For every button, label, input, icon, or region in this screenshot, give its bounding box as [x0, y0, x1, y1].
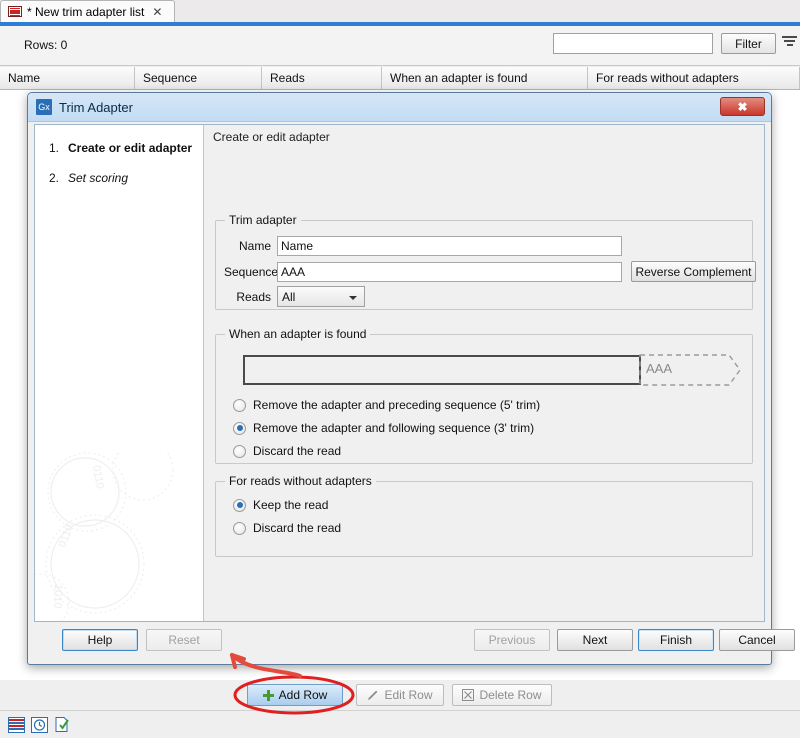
edit-row-label: Edit Row: [384, 688, 432, 702]
radio-label: Discard the read: [253, 521, 341, 535]
dialog-footer: Help Reset Previous Next Finish Cancel: [34, 624, 765, 658]
table-view-icon[interactable]: [8, 717, 25, 733]
wizard-steps-pane: 1. Create or edit adapter 2. Set scoring: [35, 125, 204, 621]
reset-button[interactable]: Reset: [146, 629, 222, 651]
filter-input[interactable]: [553, 33, 713, 54]
app-icon: Gx: [36, 99, 52, 115]
dialog-title: Trim Adapter: [59, 100, 133, 115]
radio-label: Remove the adapter and following sequenc…: [253, 421, 534, 435]
radio-remove-following[interactable]: Remove the adapter and following sequenc…: [233, 421, 534, 435]
dialog-titlebar[interactable]: Gx Trim Adapter ✖: [28, 93, 771, 122]
column-header-for-reads-without-adapters[interactable]: For reads without adapters: [588, 67, 800, 89]
edit-row-button[interactable]: Edit Row: [356, 684, 444, 706]
when-adapter-found-group: When an adapter is found AAA Remove the …: [215, 334, 753, 464]
filter-lines-icon[interactable]: [782, 36, 797, 49]
wizard-step-create-or-edit-adapter[interactable]: 1. Create or edit adapter: [49, 141, 203, 155]
delete-row-button[interactable]: Delete Row: [452, 684, 552, 706]
wizard-content-pane: Create or edit adapter Trim adapter Name…: [204, 125, 764, 621]
group-title: For reads without adapters: [225, 474, 376, 488]
radio-icon: [233, 499, 246, 512]
page-title: Create or edit adapter: [213, 130, 330, 144]
radio-icon: [233, 445, 246, 458]
adapter-trim-diagram: AAA: [243, 353, 738, 387]
group-title: When an adapter is found: [225, 327, 370, 341]
column-header-label: Name: [8, 71, 40, 85]
column-header-label: When an adapter is found: [390, 71, 527, 85]
close-icon[interactable]: ✕: [152, 6, 162, 18]
svg-text:1010: 1010: [51, 584, 64, 609]
dialog-body: 1. Create or edit adapter 2. Set scoring: [34, 124, 765, 622]
finish-button[interactable]: Finish: [638, 629, 714, 651]
reads-label: Reads: [224, 290, 271, 304]
read-body-shape: [243, 355, 641, 385]
trim-adapter-dialog: Gx Trim Adapter ✖ 1. Create or edit adap…: [27, 92, 772, 665]
sequence-label: Sequence: [224, 265, 271, 279]
column-header-when-an-adapter-is-found[interactable]: When an adapter is found: [382, 67, 588, 89]
reads-select[interactable]: All: [277, 286, 365, 307]
status-bar: [0, 710, 800, 738]
column-header-label: Sequence: [143, 71, 197, 85]
group-title: Trim adapter: [225, 213, 301, 227]
name-field-row: Name: [224, 236, 622, 256]
radio-discard-read-no-adapter[interactable]: Discard the read: [233, 521, 341, 535]
table-column-headers: Name Sequence Reads When an adapter is foun…: [0, 67, 800, 90]
decorative-watermark: 0110 0110 1010: [35, 452, 204, 621]
plus-icon: [263, 690, 274, 701]
radio-icon: [233, 399, 246, 412]
radio-discard-read[interactable]: Discard the read: [233, 444, 341, 458]
name-label: Name: [224, 239, 271, 253]
add-row-button[interactable]: Add Row: [247, 684, 343, 706]
tab-label: * New trim adapter list: [27, 5, 144, 19]
column-header-label: Reads: [270, 71, 305, 85]
svg-text:0110: 0110: [90, 464, 106, 489]
rows-count-label: Rows: 0: [24, 38, 67, 52]
no-adapter-group: For reads without adapters Keep the read…: [215, 481, 753, 557]
chevron-down-icon: [349, 296, 357, 300]
application-window: * New trim adapter list ✕ Rows: 0 Filter…: [0, 0, 800, 738]
previous-button[interactable]: Previous: [474, 629, 550, 651]
list-stripes-icon: [8, 6, 22, 17]
radio-label: Discard the read: [253, 444, 341, 458]
reverse-complement-button[interactable]: Reverse Complement: [631, 261, 756, 282]
tab-strip: * New trim adapter list ✕: [0, 0, 800, 22]
radio-icon: [233, 522, 246, 535]
diagram-sequence-label: AAA: [646, 361, 672, 376]
tab-new-trim-adapter-list[interactable]: * New trim adapter list ✕: [0, 0, 175, 22]
add-row-label: Add Row: [279, 688, 328, 702]
column-header-label: For reads without adapters: [596, 71, 739, 85]
reads-field-row: Reads All: [224, 286, 365, 307]
row-action-bar: Add Row Edit Row Delete Row: [0, 680, 800, 710]
step-label: Create or edit adapter: [68, 141, 192, 155]
element-info-icon[interactable]: [54, 717, 71, 733]
column-header-name[interactable]: Name: [0, 67, 135, 89]
radio-icon: [233, 422, 246, 435]
filter-button[interactable]: Filter: [721, 33, 776, 54]
history-view-icon[interactable]: [31, 717, 48, 733]
step-number: 2.: [49, 171, 61, 185]
cancel-button[interactable]: Cancel: [719, 629, 795, 651]
help-button[interactable]: Help: [62, 629, 138, 651]
radio-keep-read[interactable]: Keep the read: [233, 498, 328, 512]
step-label: Set scoring: [68, 171, 128, 185]
wizard-step-set-scoring[interactable]: 2. Set scoring: [49, 171, 203, 185]
column-header-reads[interactable]: Reads: [262, 67, 382, 89]
pencil-icon: [367, 689, 379, 701]
delete-row-label: Delete Row: [479, 688, 541, 702]
sequence-field-row: Sequence Reverse Complement: [224, 261, 756, 282]
trim-adapter-group: Trim adapter Name Sequence Reverse Compl…: [215, 220, 753, 310]
close-icon[interactable]: ✖: [720, 97, 765, 116]
name-input[interactable]: [277, 236, 622, 256]
radio-label: Remove the adapter and preceding sequenc…: [253, 398, 540, 412]
next-button[interactable]: Next: [557, 629, 633, 651]
radio-label: Keep the read: [253, 498, 328, 512]
column-header-sequence[interactable]: Sequence: [135, 67, 262, 89]
reads-selected-value: All: [282, 290, 295, 304]
step-number: 1.: [49, 141, 61, 155]
sequence-input[interactable]: [277, 262, 622, 282]
svg-text:0110: 0110: [57, 523, 76, 549]
radio-remove-preceding[interactable]: Remove the adapter and preceding sequenc…: [233, 398, 540, 412]
delete-x-icon: [462, 689, 474, 701]
